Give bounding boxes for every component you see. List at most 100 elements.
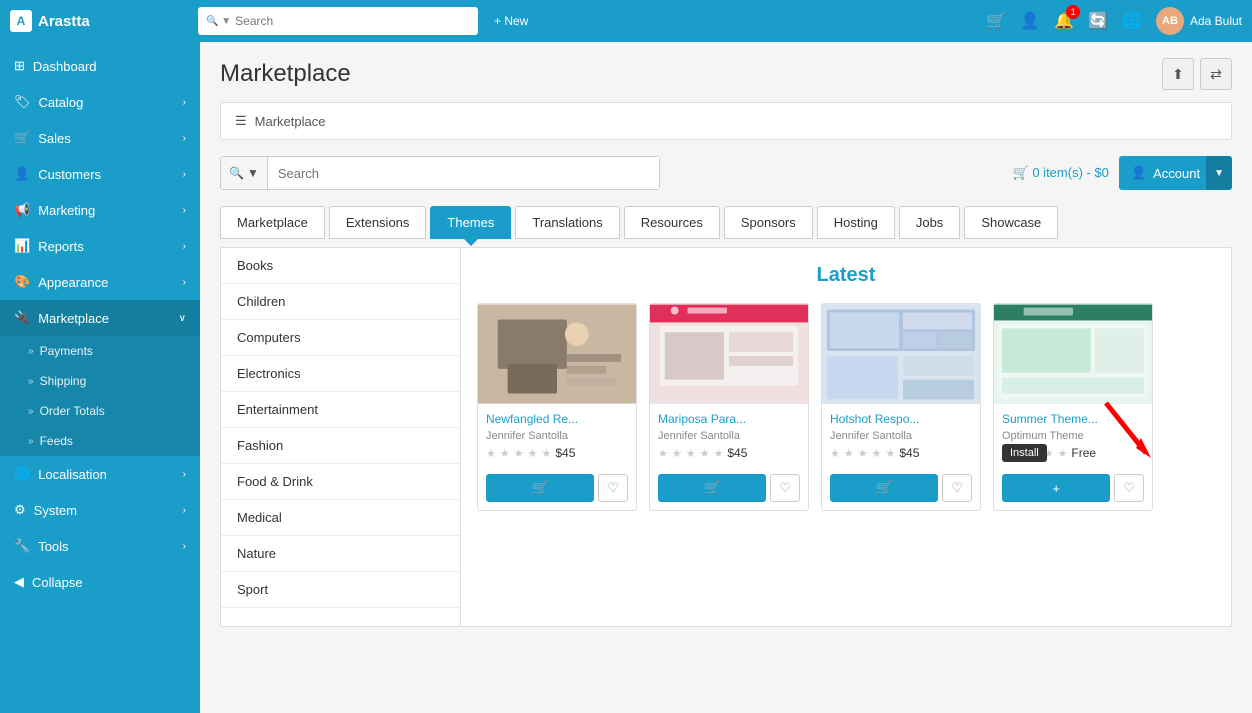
- favorite-button-3[interactable]: ♡: [942, 474, 972, 502]
- tab-translations[interactable]: Translations: [515, 206, 619, 239]
- sidebar-item-tools[interactable]: 🔧 Tools ›: [0, 528, 200, 564]
- account-dropdown-arrow[interactable]: ▼: [1206, 156, 1232, 190]
- sidebar-item-label: Localisation: [38, 467, 107, 482]
- product-rating-3: ★ ★ ★ ★ ★ $45: [830, 446, 972, 460]
- account-user-icon: 👤: [1131, 165, 1147, 181]
- tab-themes[interactable]: Themes: [430, 206, 511, 239]
- top-search-bar[interactable]: 🔍 ▼: [198, 7, 478, 35]
- category-sport[interactable]: Sport: [221, 572, 460, 608]
- tab-marketplace[interactable]: Marketplace: [220, 206, 325, 239]
- tab-jobs[interactable]: Jobs: [899, 206, 960, 239]
- tab-hosting[interactable]: Hosting: [817, 206, 895, 239]
- category-fashion[interactable]: Fashion: [221, 428, 460, 464]
- sidebar-item-dashboard[interactable]: ⊞ Dashboard: [0, 48, 200, 84]
- sidebar-item-label: Reports: [38, 239, 84, 254]
- sidebar-item-system[interactable]: ⚙ System ›: [0, 492, 200, 528]
- star-icon: ★: [672, 447, 682, 460]
- new-button[interactable]: + New: [486, 10, 536, 32]
- catalog-icon: 🏷: [14, 94, 31, 110]
- refresh-icon[interactable]: 🔄: [1088, 11, 1108, 31]
- sub-item-label: Feeds: [40, 434, 73, 448]
- products-grid: Newfangled Re... Jennifer Santolla ★ ★ ★…: [477, 303, 1215, 511]
- sidebar-item-marketplace[interactable]: 🔌 Marketplace ∨: [0, 300, 200, 336]
- upload-button[interactable]: ⬆: [1162, 58, 1194, 90]
- product-name-3: Hotshot Respo...: [830, 412, 972, 426]
- marketplace-icon: 🔌: [14, 310, 30, 326]
- product-card-4: Summer Theme... Optimum Theme ★ ★ ★ ★ ★ …: [993, 303, 1153, 511]
- category-computers[interactable]: Computers: [221, 320, 460, 356]
- category-food-drink[interactable]: Food & Drink: [221, 464, 460, 500]
- top-search-input[interactable]: [235, 14, 470, 28]
- star-icon: ★: [658, 447, 668, 460]
- sidebar-item-sales[interactable]: 🛒 Sales ›: [0, 120, 200, 156]
- tab-showcase[interactable]: Showcase: [964, 206, 1058, 239]
- cart-text[interactable]: 🛒 0 item(s) - $0: [1013, 165, 1109, 181]
- content-search-input[interactable]: [268, 157, 659, 189]
- category-electronics[interactable]: Electronics: [221, 356, 460, 392]
- sidebar-item-reports[interactable]: 📊 Reports ›: [0, 228, 200, 264]
- sidebar-sub-order-totals[interactable]: » Order Totals: [0, 396, 200, 426]
- user-area[interactable]: AB Ada Bulut: [1156, 7, 1242, 35]
- breadcrumb-text: Marketplace: [255, 114, 326, 129]
- system-icon: ⚙: [14, 502, 26, 518]
- product-image-1: [478, 304, 636, 404]
- favorite-button-1[interactable]: ♡: [598, 474, 628, 502]
- install-button-4[interactable]: +: [1002, 474, 1110, 502]
- tab-extensions[interactable]: Extensions: [329, 206, 427, 239]
- category-list: Books Children Computers Electronics Ent…: [221, 248, 461, 626]
- category-entertainment[interactable]: Entertainment: [221, 392, 460, 428]
- sidebar-item-label: Sales: [38, 131, 71, 146]
- product-info-2: Mariposa Para... Jennifer Santolla ★ ★ ★…: [650, 404, 808, 474]
- tab-resources[interactable]: Resources: [624, 206, 720, 239]
- chevron-down-icon: ∨: [179, 313, 186, 324]
- main-layout: ⊞ Dashboard 🏷 Catalog › 🛒 Sales › 👤 Cust…: [0, 42, 1252, 713]
- add-to-cart-button-3[interactable]: 🛒: [830, 474, 938, 502]
- search-dropdown-icon[interactable]: 🔍 ▼: [206, 16, 231, 27]
- account-button[interactable]: 👤 Account ▼: [1119, 156, 1232, 190]
- notification-icon[interactable]: 🔔 1: [1054, 11, 1074, 31]
- star-icon: ★: [714, 447, 724, 460]
- product-name-1: Newfangled Re...: [486, 412, 628, 426]
- sidebar-item-catalog[interactable]: 🏷 Catalog ›: [0, 84, 200, 120]
- star-icon: ★: [500, 447, 510, 460]
- search-dropdown-arrow[interactable]: ▼: [247, 166, 259, 180]
- sidebar-item-customers[interactable]: 👤 Customers ›: [0, 156, 200, 192]
- sidebar-item-label: Customers: [38, 167, 101, 182]
- sidebar-item-appearance[interactable]: 🎨 Appearance ›: [0, 264, 200, 300]
- star-icon: ★: [1058, 447, 1068, 460]
- dashboard-icon: ⊞: [14, 58, 25, 74]
- user-icon[interactable]: 👤: [1020, 11, 1040, 31]
- tab-sponsors[interactable]: Sponsors: [724, 206, 813, 239]
- category-books[interactable]: Books: [221, 248, 460, 284]
- add-to-cart-button-1[interactable]: 🛒: [486, 474, 594, 502]
- content-search-button[interactable]: 🔍 ▼: [221, 157, 268, 189]
- sidebar-sub-payments[interactable]: » Payments: [0, 336, 200, 366]
- favorite-button-2[interactable]: ♡: [770, 474, 800, 502]
- chevron-right-icon: ›: [183, 505, 186, 516]
- product-actions-4: + ♡: [994, 474, 1152, 510]
- category-children[interactable]: Children: [221, 284, 460, 320]
- page-header-actions: ⬆ ⇄: [1162, 58, 1232, 90]
- sidebar-item-marketing[interactable]: 📢 Marketing ›: [0, 192, 200, 228]
- brand-logo[interactable]: A Arastta: [10, 10, 190, 32]
- sidebar-sub-shipping[interactable]: » Shipping: [0, 366, 200, 396]
- star-icon: ★: [886, 447, 896, 460]
- favorite-button-4[interactable]: ♡: [1114, 474, 1144, 502]
- avatar: AB: [1156, 7, 1184, 35]
- sidebar-item-localisation[interactable]: 🌐 Localisation ›: [0, 456, 200, 492]
- category-nature[interactable]: Nature: [221, 536, 460, 572]
- product-card-2: Mariposa Para... Jennifer Santolla ★ ★ ★…: [649, 303, 809, 511]
- chevron-right-icon: ›: [183, 469, 186, 480]
- add-to-cart-button-2[interactable]: 🛒: [658, 474, 766, 502]
- page-header: Marketplace ⬆ ⇄: [220, 58, 1232, 90]
- cart-icon[interactable]: 🛒: [986, 11, 1006, 31]
- globe-icon[interactable]: 🌐: [1122, 11, 1142, 31]
- sidebar-collapse-button[interactable]: ◀ Collapse: [0, 564, 200, 600]
- shuffle-button[interactable]: ⇄: [1200, 58, 1232, 90]
- star-icon: ★: [844, 447, 854, 460]
- install-tooltip: Install: [1002, 444, 1047, 462]
- content-search[interactable]: 🔍 ▼: [220, 156, 660, 190]
- sidebar-sub-feeds[interactable]: » Feeds: [0, 426, 200, 456]
- category-medical[interactable]: Medical: [221, 500, 460, 536]
- notification-badge: 1: [1066, 5, 1080, 19]
